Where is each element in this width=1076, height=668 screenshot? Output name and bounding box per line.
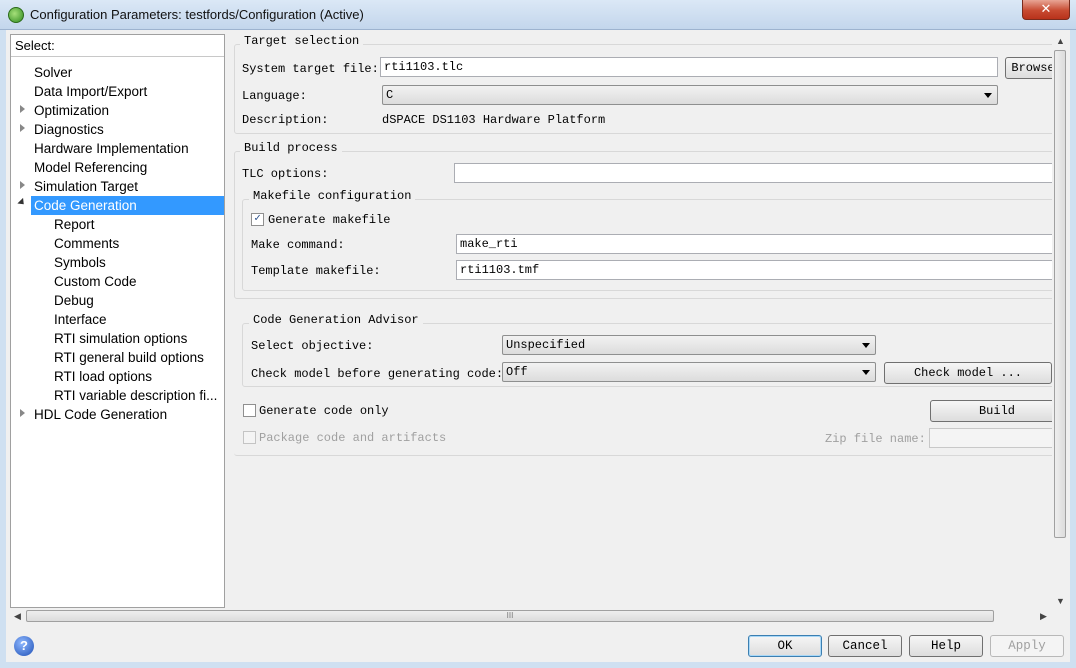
window-title: Configuration Parameters: testfords/Conf…	[30, 7, 364, 22]
description-label: Description:	[242, 113, 329, 127]
settings-panel: Target selection System target file: rti…	[230, 34, 1066, 608]
tree-item-code-generation[interactable]: Code Generation	[31, 196, 224, 215]
tree-item-report[interactable]: Report	[54, 215, 95, 234]
horizontal-scroll-thumb[interactable]: III	[26, 610, 994, 622]
group-title: Target selection	[240, 34, 364, 48]
cancel-button[interactable]: Cancel	[828, 635, 902, 657]
tree-item-rti-simulation-options[interactable]: RTI simulation options	[54, 329, 187, 348]
tree-header: Select:	[11, 35, 224, 57]
description-value: dSPACE DS1103 Hardware Platform	[382, 113, 606, 127]
system-target-label: System target file:	[242, 62, 379, 76]
expand-arrow-icon[interactable]	[20, 181, 25, 189]
help-button[interactable]: Help	[909, 635, 983, 657]
tree-item-model-referencing[interactable]: Model Referencing	[34, 158, 147, 177]
tree-item-rti-load-options[interactable]: RTI load options	[54, 367, 152, 386]
tree-item-simulation-target[interactable]: Simulation Target	[34, 177, 138, 196]
build-button[interactable]: Build	[930, 400, 1064, 422]
group-title: Build process	[240, 141, 342, 155]
language-label: Language:	[242, 89, 307, 103]
vertical-scrollbar[interactable]: ▲ ▼	[1052, 34, 1068, 608]
tlc-options-label: TLC options:	[242, 167, 329, 181]
template-makefile-label: Template makefile:	[251, 264, 381, 278]
apply-button[interactable]: Apply	[990, 635, 1064, 657]
make-command-field[interactable]: make_rti	[456, 234, 1062, 254]
tree-item-symbols[interactable]: Symbols	[54, 253, 106, 272]
generate-code-only-checkbox[interactable]	[243, 404, 256, 417]
tree-item-rti-variable-description[interactable]: RTI variable description fi...	[54, 386, 217, 405]
tree-item-custom-code[interactable]: Custom Code	[54, 272, 137, 291]
expand-arrow-icon[interactable]	[20, 105, 25, 113]
tree-item-comments[interactable]: Comments	[54, 234, 119, 253]
generate-code-only-label: Generate code only	[259, 404, 389, 418]
tree-item-diagnostics[interactable]: Diagnostics	[34, 120, 104, 139]
close-button[interactable]: ✕	[1022, 0, 1070, 20]
generate-makefile-checkbox[interactable]: ✓	[251, 213, 264, 226]
generate-makefile-label: Generate makefile	[268, 213, 391, 227]
language-value: C	[386, 88, 394, 102]
language-select[interactable]: C	[382, 85, 998, 105]
scroll-up-icon[interactable]: ▲	[1056, 36, 1065, 46]
tree-item-optimization[interactable]: Optimization	[34, 101, 109, 120]
tlc-options-field[interactable]	[454, 163, 1062, 183]
app-icon	[8, 7, 24, 23]
group-title: Makefile configuration	[249, 189, 416, 203]
help-icon[interactable]: ?	[14, 636, 34, 656]
scroll-right-icon[interactable]: ▶	[1040, 611, 1047, 622]
tree-item-rti-general-build-options[interactable]: RTI general build options	[54, 348, 204, 367]
zip-file-field[interactable]	[929, 428, 1063, 448]
scroll-down-icon[interactable]: ▼	[1056, 596, 1065, 606]
package-code-checkbox[interactable]	[243, 431, 256, 444]
expand-arrow-icon[interactable]	[20, 124, 25, 132]
tree-item-data-import-export[interactable]: Data Import/Export	[34, 82, 147, 101]
make-command-label: Make command:	[251, 238, 345, 252]
chevron-down-icon	[984, 93, 992, 98]
tree-item-hdl-code-generation[interactable]: HDL Code Generation	[34, 405, 167, 424]
system-target-field[interactable]: rti1103.tlc	[380, 57, 998, 77]
collapse-arrow-icon[interactable]	[17, 197, 27, 208]
package-code-label: Package code and artifacts	[259, 431, 447, 445]
zip-file-label: Zip file name:	[825, 432, 926, 446]
tree-item-hardware-implementation[interactable]: Hardware Implementation	[34, 139, 189, 158]
tree-item-interface[interactable]: Interface	[54, 310, 107, 329]
dialog-body: Select: Solver Data Import/Export Optimi…	[6, 30, 1070, 662]
horizontal-scrollbar[interactable]: ◀ III ▶	[10, 608, 1050, 624]
ok-button[interactable]: OK	[748, 635, 822, 657]
scroll-left-icon[interactable]: ◀	[14, 611, 21, 622]
expand-arrow-icon[interactable]	[20, 409, 25, 417]
tree-item-solver[interactable]: Solver	[34, 63, 72, 82]
tree-item-debug[interactable]: Debug	[54, 291, 94, 310]
template-makefile-field[interactable]: rti1103.tmf	[456, 260, 1062, 280]
vertical-scroll-thumb[interactable]	[1054, 50, 1066, 538]
title-bar: Configuration Parameters: testfords/Conf…	[0, 0, 1076, 30]
category-tree: Select: Solver Data Import/Export Optimi…	[10, 34, 225, 608]
